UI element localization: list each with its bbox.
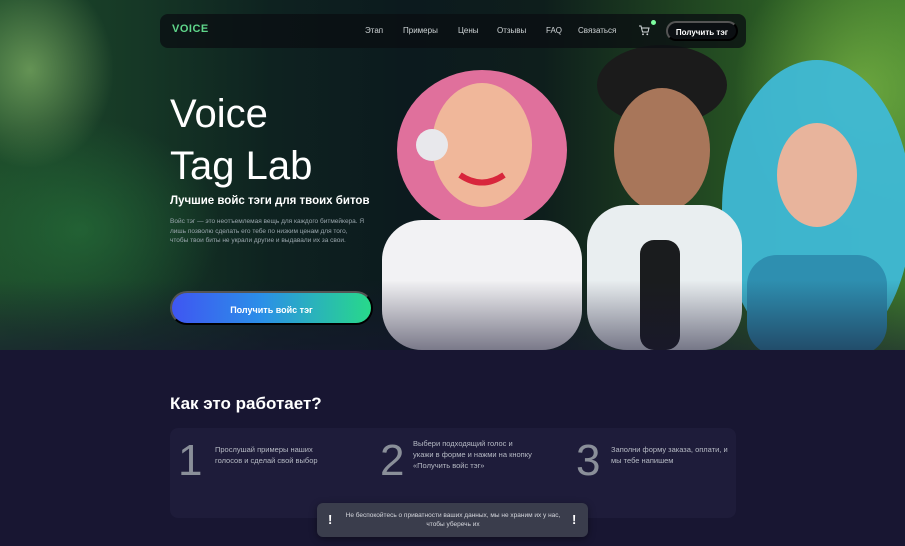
nav-link-contact[interactable]: Связаться — [578, 26, 616, 35]
hero-title-line2: Tag Lab — [170, 144, 313, 188]
toast-text: Не беспокойтесь о приватности ваших данн… — [345, 512, 561, 528]
nav-link-prices[interactable]: Цены — [458, 26, 479, 35]
nav-link-reviews[interactable]: Отзывы — [497, 26, 526, 35]
hero-description: Войс тэг — это неотъемлемая вещь для каж… — [170, 218, 365, 244]
top-navbar: VOICE Этап Примеры Цены Отзывы FAQ Связа… — [160, 14, 746, 48]
get-voice-tag-button[interactable]: Получить войс тэг — [170, 291, 373, 325]
step-1-number: 1 — [178, 436, 203, 485]
warning-icon: ! — [572, 512, 577, 527]
site-logo[interactable]: VOICE — [172, 23, 209, 35]
hero-title: Voice Tag Lab — [170, 88, 370, 192]
cart-icon[interactable] — [638, 24, 650, 36]
nav-link-stages[interactable]: Этап — [365, 26, 383, 35]
hero-fade — [0, 280, 905, 350]
step-3-number: 3 — [576, 436, 601, 485]
privacy-toast[interactable]: ! Не беспокойтесь о приватности ваших да… — [317, 503, 588, 537]
step-3-text: Заполни форму заказа, оплати, и мы тебе … — [611, 445, 728, 465]
nav-link-examples[interactable]: Примеры — [403, 26, 438, 35]
nav-link-faq[interactable]: FAQ — [546, 26, 562, 35]
hero-subtitle: Лучшие войс тэги для твоих битов — [170, 195, 370, 207]
hero-section — [0, 0, 905, 350]
step-2-number: 2 — [380, 436, 405, 485]
how-it-works-title: Как это работает? — [170, 394, 322, 413]
get-tag-nav-button[interactable]: Получить тэг — [666, 21, 738, 41]
step-2-text: Выбери подходящий голос и укажи в форме … — [413, 439, 532, 470]
step-1-text: Прослушай примеры наших голосов и сделай… — [215, 445, 318, 465]
hero-title-line1: Voice — [170, 92, 268, 136]
warning-icon: ! — [328, 512, 333, 527]
cart-badge — [651, 20, 656, 25]
